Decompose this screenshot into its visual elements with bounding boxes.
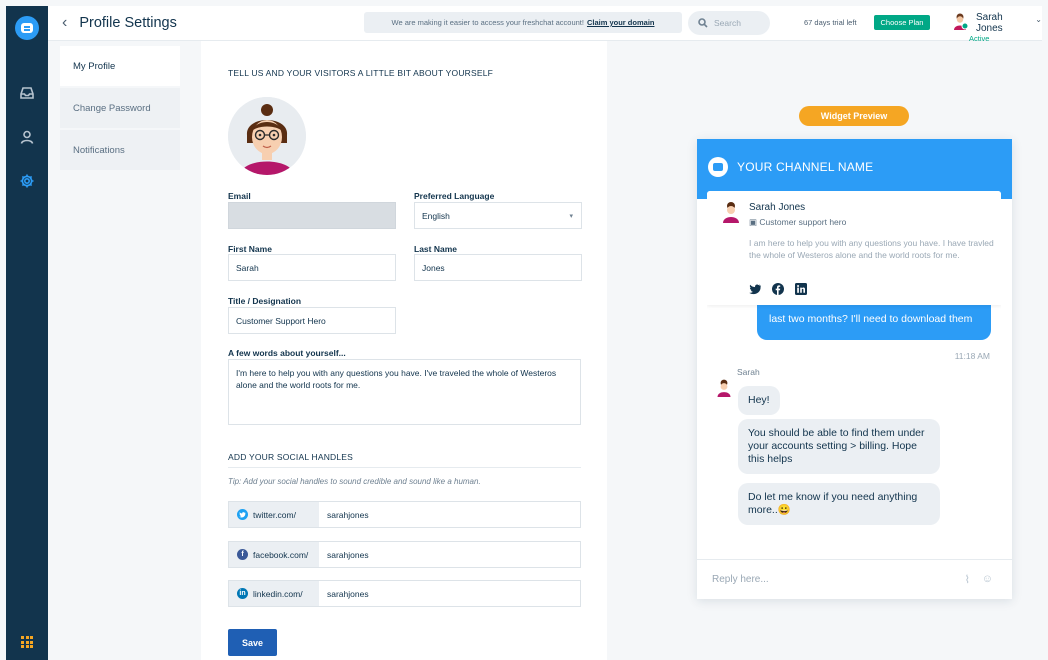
sender-name: Sarah xyxy=(737,367,760,377)
facebook-field[interactable]: f facebook.com/ sarahjones xyxy=(228,541,581,568)
social-heading: ADD YOUR SOCIAL HANDLES xyxy=(228,452,354,462)
settings-icon[interactable] xyxy=(6,164,48,198)
agent-avatar xyxy=(721,201,741,223)
incoming-message: Hey! xyxy=(738,386,780,415)
attachment-icon[interactable]: ⌇ xyxy=(965,573,970,586)
chevron-down-icon: ⌄ xyxy=(1035,15,1042,24)
freshchat-logo-icon[interactable] xyxy=(15,16,39,40)
contacts-icon[interactable] xyxy=(6,120,48,154)
subnav-item-notifications[interactable]: Notifications xyxy=(60,130,180,170)
last-name-field[interactable]: Jones xyxy=(414,254,582,281)
linkedin-icon: in xyxy=(237,588,248,599)
facebook-icon[interactable] xyxy=(772,283,784,295)
avatar xyxy=(951,12,969,30)
facebook-prefix: f facebook.com/ xyxy=(229,542,319,567)
twitter-prefix-label: twitter.com/ xyxy=(253,509,296,520)
reply-input[interactable]: Reply here... ⌇ ☺ xyxy=(697,559,1012,599)
chat-widget-preview: YOUR CHANNEL NAME Sarah Jones ▣ Customer… xyxy=(697,139,1012,599)
title-field[interactable]: Customer Support Hero xyxy=(228,307,396,334)
user-status: Active xyxy=(969,34,990,43)
search-input[interactable]: Search xyxy=(688,11,770,35)
trial-text: 67 days trial left xyxy=(804,18,857,27)
banner-text: We are making it easier to access your f… xyxy=(391,18,584,27)
search-icon xyxy=(698,18,708,28)
twitter-prefix: twitter.com/ xyxy=(229,502,319,527)
chevron-down-icon: ▾ xyxy=(569,213,573,220)
reply-placeholder: Reply here... xyxy=(712,574,769,585)
facebook-prefix-label: facebook.com/ xyxy=(253,549,309,560)
settings-subnav: My Profile Change Password Notifications xyxy=(60,46,180,172)
social-tip: Tip: Add your social handles to sound cr… xyxy=(228,477,481,486)
linkedin-prefix-label: linkedin.com/ xyxy=(253,588,303,599)
linkedin-icon[interactable] xyxy=(795,283,807,295)
save-button[interactable]: Save xyxy=(228,629,277,656)
choose-plan-button[interactable]: Choose Plan xyxy=(874,15,930,30)
linkedin-value: sarahjones xyxy=(327,588,369,599)
twitter-icon[interactable] xyxy=(749,283,761,295)
inbox-icon[interactable] xyxy=(6,76,48,110)
facebook-value: sarahjones xyxy=(327,549,369,560)
title-label: Title / Designation xyxy=(228,296,302,306)
linkedin-prefix: in linkedin.com/ xyxy=(229,581,319,606)
claim-domain-link[interactable]: Claim your domain xyxy=(587,18,655,27)
last-name-value: Jones xyxy=(422,262,445,273)
top-header: ‹ Profile Settings We are making it easi… xyxy=(48,6,1042,43)
agent-name: Sarah Jones xyxy=(749,202,806,213)
twitter-field[interactable]: twitter.com/ sarahjones xyxy=(228,501,581,528)
briefcase-icon: ▣ xyxy=(749,217,758,227)
subnav-item-my-profile[interactable]: My Profile xyxy=(60,46,180,86)
channel-name: YOUR CHANNEL NAME xyxy=(737,160,874,174)
last-name-label: Last Name xyxy=(414,244,457,254)
page-title: Profile Settings xyxy=(79,15,177,31)
incoming-message: You should be able to find them under yo… xyxy=(738,419,940,474)
about-textarea[interactable]: I'm here to help you with any questions … xyxy=(228,359,581,425)
intro-heading: TELL US AND YOUR VISITORS A LITTLE BIT A… xyxy=(228,68,494,78)
widget-header: YOUR CHANNEL NAME xyxy=(697,139,1012,199)
agent-role-text: Customer support hero xyxy=(759,217,847,227)
facebook-icon: f xyxy=(237,549,248,560)
back-chevron-icon[interactable]: ‹ xyxy=(62,14,67,32)
user-menu[interactable]: Sarah Jones Active ⌄ xyxy=(951,12,1042,43)
profile-form: TELL US AND YOUR VISITORS A LITTLE BIT A… xyxy=(201,41,607,660)
incoming-message: Do let me know if you need anything more… xyxy=(738,483,940,525)
agent-card: Sarah Jones ▣ Customer support hero I am… xyxy=(707,191,1001,305)
twitter-value: sarahjones xyxy=(327,509,369,520)
email-label: Email xyxy=(228,191,251,201)
domain-banner: We are making it easier to access your f… xyxy=(364,12,682,33)
subnav-item-change-password[interactable]: Change Password xyxy=(60,88,180,128)
agent-role: ▣ Customer support hero xyxy=(749,217,846,228)
language-select[interactable]: English ▾ xyxy=(414,202,582,229)
message-timestamp: 11:18 AM xyxy=(954,351,990,361)
twitter-icon xyxy=(237,509,248,520)
chat-bubble-icon xyxy=(708,157,728,177)
widget-conversation: Sarah Jones ▣ Customer support hero I am… xyxy=(707,191,1001,549)
left-nav-rail xyxy=(6,6,48,660)
profile-avatar[interactable] xyxy=(228,97,306,175)
emoji-icon[interactable]: ☺ xyxy=(982,573,993,585)
email-field[interactable] xyxy=(228,202,396,229)
user-name: Sarah Jones xyxy=(976,12,1003,34)
first-name-field[interactable]: Sarah xyxy=(228,254,396,281)
agent-bio: I am here to help you with any questions… xyxy=(749,238,994,260)
first-name-value: Sarah xyxy=(236,262,259,273)
sender-avatar xyxy=(716,379,732,397)
widget-preview-badge: Widget Preview xyxy=(799,106,909,126)
first-name-label: First Name xyxy=(228,244,272,254)
divider xyxy=(228,467,581,468)
apps-grid-icon[interactable] xyxy=(21,636,33,648)
about-label: A few words about yourself... xyxy=(228,348,346,358)
linkedin-field[interactable]: in linkedin.com/ sarahjones xyxy=(228,580,581,607)
title-value: Customer Support Hero xyxy=(236,315,326,326)
language-label: Preferred Language xyxy=(414,191,495,201)
agent-social-links xyxy=(749,283,807,295)
language-value: English xyxy=(422,210,450,221)
search-placeholder: Search xyxy=(714,18,741,28)
